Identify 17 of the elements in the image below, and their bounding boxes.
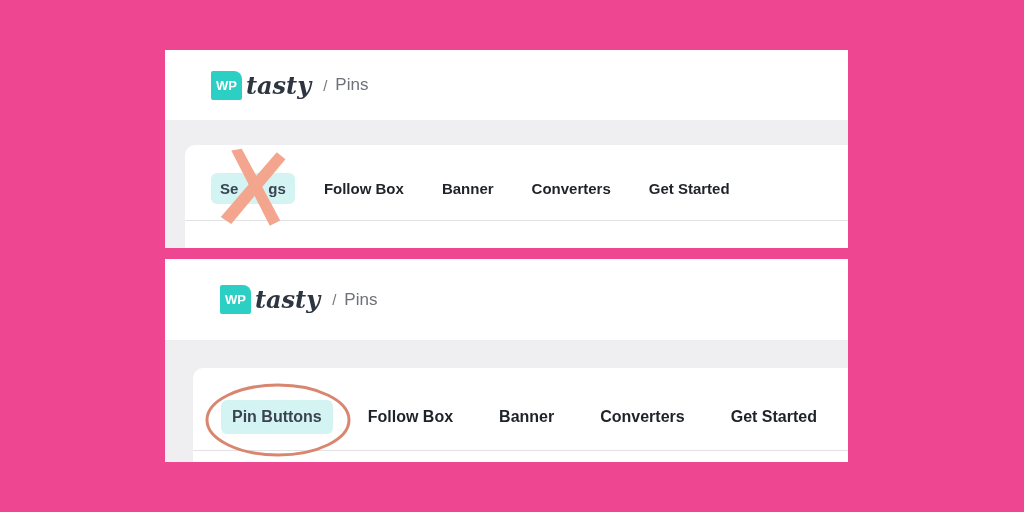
tab[interactable]: Converters [522, 173, 620, 204]
logo-wordmark: tasty [245, 70, 312, 100]
breadcrumb-separator: / [323, 76, 328, 94]
breadcrumb: Pins [344, 289, 378, 310]
tab[interactable]: Pin Buttons [221, 400, 333, 434]
tab[interactable]: Get Started [719, 400, 828, 434]
tab[interactable]: Banner [432, 173, 503, 204]
breadcrumb-separator: / [332, 291, 337, 308]
tab[interactable]: Get Started [639, 173, 739, 204]
tab[interactable]: Follow Box [356, 400, 465, 434]
logo-badge: WP [211, 70, 242, 100]
logo-badge: WP [220, 285, 251, 314]
breadcrumb: Pins [335, 75, 369, 95]
logo-wordmark: tasty [254, 285, 321, 314]
tab[interactable]: Banner [488, 400, 566, 434]
tab[interactable]: Follow Box [314, 173, 413, 204]
tab[interactable]: Converters [589, 400, 696, 434]
